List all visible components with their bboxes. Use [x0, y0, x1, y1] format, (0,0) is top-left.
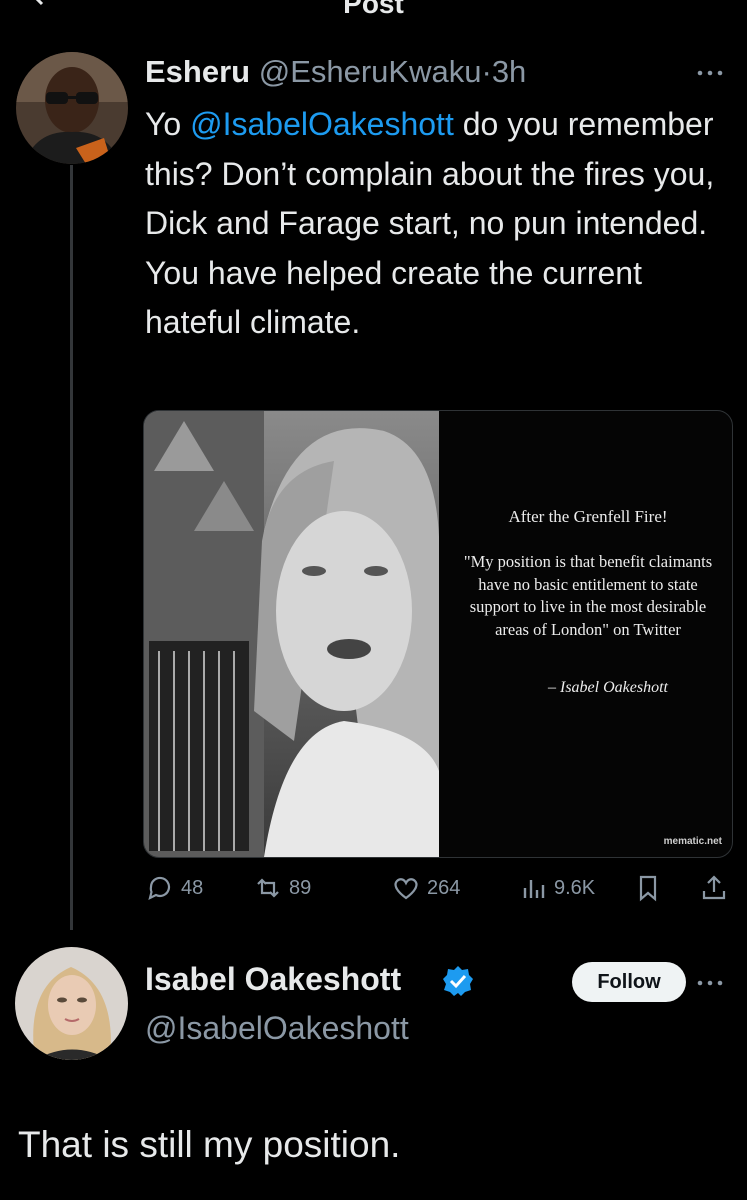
- tweet-text-prefix: Yo: [145, 106, 191, 142]
- page-title: Post: [343, 0, 404, 19]
- quote-panel: After the Grenfell Fire! "My position is…: [444, 411, 732, 857]
- verified-badge-icon: [443, 966, 473, 996]
- top-bar: Post: [0, 0, 747, 30]
- tweet-media-image[interactable]: After the Grenfell Fire! "My position is…: [143, 410, 733, 858]
- display-name[interactable]: Isabel Oakeshott: [145, 961, 401, 998]
- bookmark-icon: [639, 875, 657, 902]
- views-count: 9.6K: [554, 876, 596, 899]
- tweet-header: Esheru @EsheruKwaku·3h: [145, 52, 526, 92]
- timestamp[interactable]: 3h: [492, 54, 526, 89]
- repost-button[interactable]: 89: [253, 870, 311, 906]
- avatar[interactable]: [16, 52, 128, 164]
- quote-heading: After the Grenfell Fire!: [508, 507, 668, 526]
- handle[interactable]: @EsheruKwaku: [259, 54, 482, 89]
- avatar[interactable]: [15, 947, 128, 1060]
- follow-button[interactable]: Follow: [572, 962, 686, 1002]
- repost-icon: [257, 878, 279, 898]
- repost-count: 89: [289, 876, 312, 899]
- thread-connector-line: [70, 165, 73, 930]
- photo-woman-portrait: [144, 411, 439, 857]
- reply-icon: [148, 876, 171, 901]
- heart-icon: [394, 878, 418, 900]
- mention-link[interactable]: @IsabelOakeshott: [190, 106, 454, 142]
- reply-count: 48: [181, 876, 204, 899]
- handle[interactable]: @IsabelOakeshott: [145, 1010, 409, 1047]
- like-count: 264: [427, 876, 461, 899]
- views-chart-icon: [523, 880, 545, 898]
- more-options-icon[interactable]: [695, 978, 725, 988]
- watermark: mematic.net: [663, 836, 722, 847]
- share-icon: [702, 875, 726, 900]
- tweet-action-bar: 48 89 264 9.6K: [143, 870, 733, 906]
- quote-text: "My position is that benefit claimants h…: [463, 552, 713, 639]
- quote-author: – Isabel Oakeshott: [548, 679, 668, 696]
- tweet-text: That is still my position.: [18, 1124, 401, 1165]
- separator-dot: ·: [481, 54, 492, 89]
- reply-button[interactable]: 48: [145, 870, 203, 906]
- like-button[interactable]: 264: [391, 870, 460, 906]
- bookmark-button[interactable]: [633, 870, 663, 906]
- display-name[interactable]: Esheru: [145, 54, 250, 89]
- tweet-text: Yo @IsabelOakeshott do you remember this…: [145, 100, 740, 348]
- more-options-icon[interactable]: [695, 68, 725, 78]
- views-button[interactable]: 9.6K: [518, 870, 595, 906]
- share-button[interactable]: [699, 870, 729, 906]
